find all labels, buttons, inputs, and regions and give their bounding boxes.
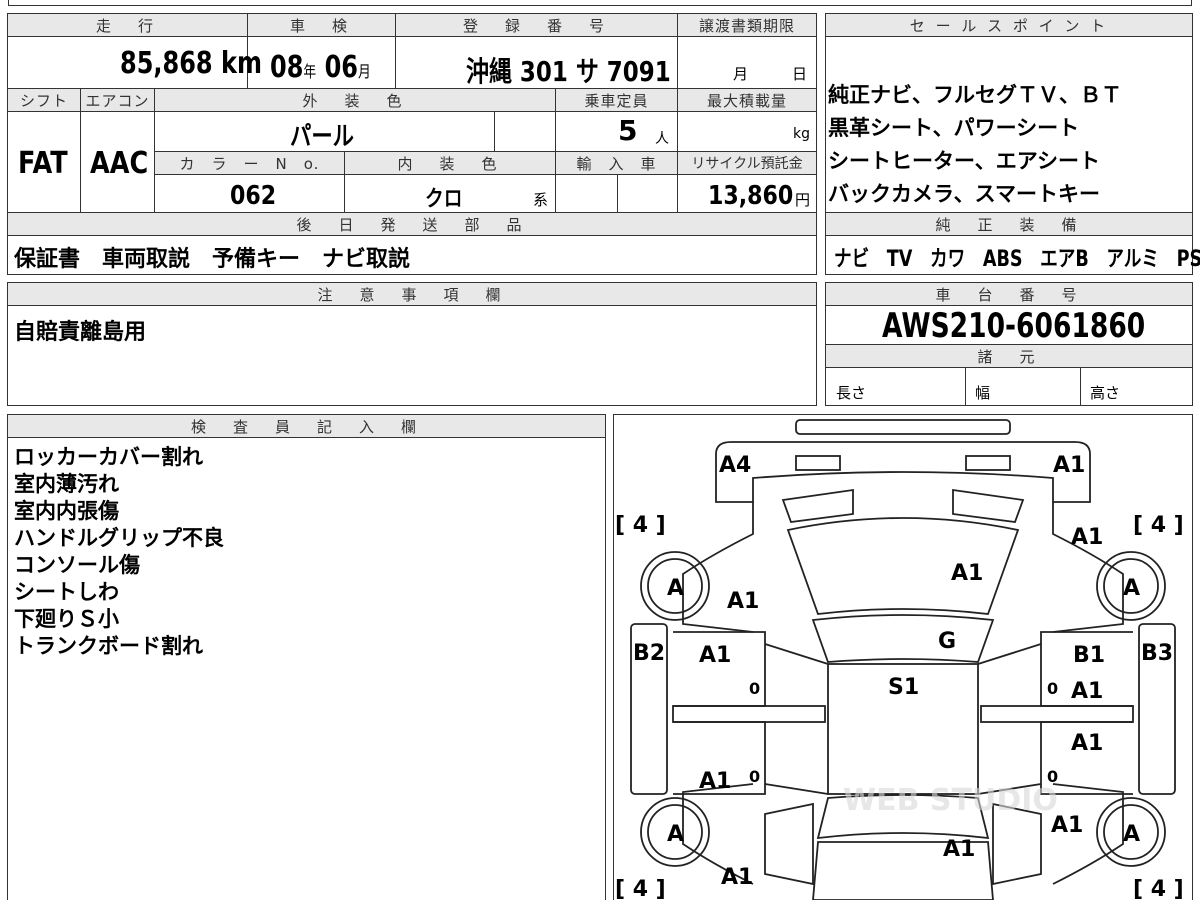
notes-header: 注 意 事 項 欄 (7, 282, 817, 306)
int-color-header: 内 装 色 (344, 151, 556, 175)
recycle-value: 13,860 (708, 181, 794, 211)
mark-front-left: A4 (719, 453, 751, 478)
inspector-note: ロッカーカバー割れ (14, 445, 203, 469)
shift-header: シフト (7, 88, 81, 112)
mark-wheel-fl: A (667, 576, 684, 601)
mark-left-pillar: B2 (633, 641, 665, 666)
mark-left-rear: A1 (721, 865, 753, 890)
spec-width-label: 幅 (975, 384, 991, 402)
mark-wheel-rr: A (1123, 822, 1140, 847)
registration-number: 沖縄 301 サ 7091 (466, 55, 671, 88)
capacity-value: 5 (618, 114, 638, 147)
mark-zero: 0 (749, 767, 760, 786)
color-no-value: 062 (230, 181, 277, 211)
transfer-deadline-header: 譲渡書類期限 (677, 13, 817, 37)
sales-point-2: 黒革シート、パワーシート (828, 116, 1080, 140)
max-load-unit: kg (793, 126, 810, 142)
notes-text: 自賠責離島用 (14, 320, 147, 345)
mark-trunk: A1 (943, 837, 975, 862)
inspector-note: コンソール傷 (14, 553, 140, 577)
inspector-note: 室内内張傷 (14, 499, 119, 523)
sales-point-3: シートヒーター、エアシート (828, 149, 1100, 173)
later-parts-header: 後 日 発 送 部 品 (7, 212, 817, 236)
spec-height-label: 高さ (1090, 384, 1121, 402)
mark-lf-door: A1 (699, 643, 731, 668)
aircon-value: AAC (90, 146, 149, 181)
mark-zero: 0 (1047, 679, 1058, 698)
later-parts-value: 保証書 車両取説 予備キー ナビ取説 (14, 247, 411, 272)
sales-points-header: セ ー ル ス ポ イ ン ト (825, 13, 1193, 37)
mark-rf-door: A1 (1071, 679, 1103, 704)
inspection-value: 08年 06月 (270, 50, 371, 85)
int-color-suffix: 系 (533, 191, 549, 209)
top-strip (8, 0, 1192, 6)
mark-right-b: B1 (1073, 643, 1105, 668)
inspector-note: シートしわ (14, 580, 119, 604)
recycle-unit: 円 (795, 191, 811, 209)
ext-color-value: パール (290, 122, 354, 152)
mileage-header: 走 行 (7, 13, 248, 37)
chassis-number: AWS210-6061860 (882, 306, 1146, 346)
inspector-note: 室内薄汚れ (14, 472, 119, 496)
inspector-note: トランクボード割れ (14, 634, 203, 658)
registration-header: 登 録 番 号 (395, 13, 678, 37)
mark-roof: S1 (888, 675, 919, 700)
mark-left-fender: A1 (727, 589, 759, 614)
ext-color-header: 外 装 色 (154, 88, 556, 112)
inspection-header: 車 検 (247, 13, 396, 37)
oem-equipment-value: ナビ TV カワ ABS エアB アルミ PS PW (834, 247, 1200, 272)
specs-header: 諸 元 (825, 344, 1193, 368)
car-diagram: A4 A1 [ 4 ] [ 4 ] [ 4 ] [ 4 ] A A A A A1… (615, 419, 1184, 900)
recycle-header: リサイクル預託金 (677, 151, 817, 175)
color-no-header: カ ラ ー N o. (154, 151, 345, 175)
mark-rr-door: A1 (1071, 731, 1103, 756)
mark-right-pillar: B3 (1141, 641, 1173, 666)
import-header: 輸 入 車 (555, 151, 678, 175)
mark-tire-rl: [ 4 ] (615, 877, 666, 900)
mark-tire-fr: [ 4 ] (1133, 513, 1184, 538)
inspector-note: 下廻りＳ小 (14, 607, 119, 631)
mark-tire-fl: [ 4 ] (615, 513, 666, 538)
mark-wheel-fr: A (1123, 576, 1140, 601)
mark-wheel-rl: A (667, 822, 684, 847)
max-load-header: 最大積載量 (677, 88, 817, 112)
mark-lr-door: A1 (699, 769, 731, 794)
transfer-month: 月 (733, 65, 749, 83)
mark-right-fender: A1 (1071, 525, 1103, 550)
spec-length-label: 長さ (836, 384, 867, 402)
inspector-note: ハンドルグリップ不良 (14, 526, 224, 550)
inspector-header: 検 査 員 記 入 欄 (7, 414, 606, 438)
mark-zero: 0 (749, 679, 760, 698)
oem-equipment-header: 純 正 装 備 (825, 212, 1193, 236)
aircon-header: エアコン (80, 88, 155, 112)
chassis-header: 車 台 番 号 (825, 282, 1193, 306)
watermark: WEB STUDIO (843, 783, 1058, 818)
mark-hood: A1 (951, 561, 983, 586)
shift-value: FAT (18, 146, 68, 181)
sales-point-1: 純正ナビ、フルセグＴＶ、ＢＴ (828, 83, 1122, 107)
sales-point-4: バックカメラ、スマートキー (828, 182, 1100, 206)
transfer-day: 日 (792, 65, 808, 83)
capacity-header: 乗車定員 (555, 88, 678, 112)
capacity-unit: 人 (655, 131, 669, 147)
int-color-value: クロ (425, 187, 463, 212)
mark-windshield: G (938, 629, 956, 654)
mark-front-right: A1 (1053, 453, 1085, 478)
mark-tire-rr: [ 4 ] (1133, 877, 1184, 900)
